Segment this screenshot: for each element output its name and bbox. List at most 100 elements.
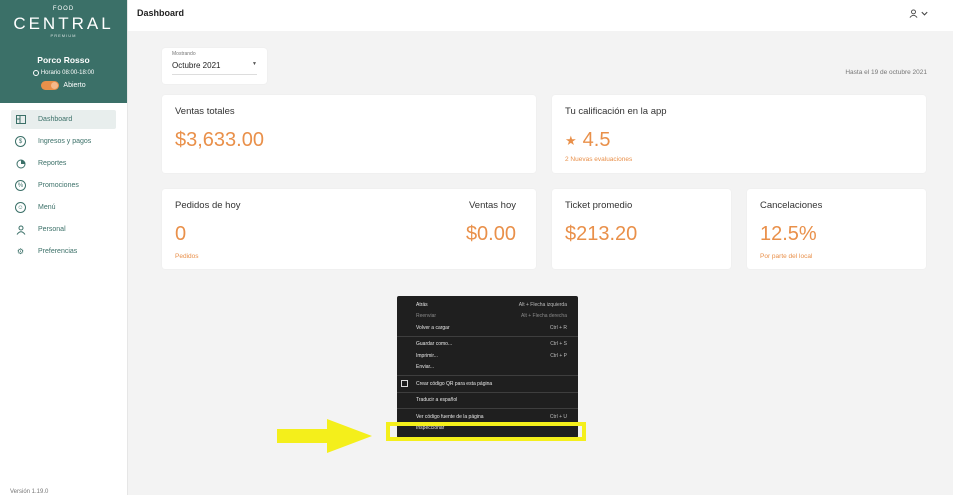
card-value: $3,633.00 [175,129,264,151]
sidebar-item-promociones[interactable]: % Promociones [11,176,116,195]
logo: FOOD CENTRAL PREMIUM [0,4,127,42]
logo-small-text: FOOD [52,6,75,12]
menu-item-label: Atrás [416,301,428,308]
card-rating: Tu calificación en la app ★ 4.5 2 Nuevas… [552,95,926,173]
menu-item-label: Enviar... [416,364,435,371]
people-icon [15,224,26,235]
sidebar-nav: Dashboard $ Ingresos y pagos Reportes % … [0,103,127,261]
menu-item-send[interactable]: Enviar... [397,362,578,374]
menu-item-reload[interactable]: Volver a cargar Ctrl + R [397,322,578,334]
highlight-box [386,422,586,441]
card-total-sales: Ventas totales $3,633.00 [162,95,536,173]
store-name: Porco Rosso [37,55,90,65]
menu-item-label: Imprimir... [416,352,438,359]
app-version: Versión 1.19.0 [10,489,49,495]
date-range-note: Hasta el 19 de octubre 2021 [845,69,927,76]
menu-separator [397,375,578,376]
menu-item-save[interactable]: Guardar como... Ctrl + S [397,339,578,351]
sidebar-item-ingresos[interactable]: $ Ingresos y pagos [11,132,116,151]
card-value: $0.00 [465,223,516,245]
card-sub: Pedidos [175,253,199,260]
menu-item-label: Reenviar [416,313,437,320]
menu-item-shortcut: Ctrl + P [550,352,567,359]
card-title: Ventas totales [175,106,235,117]
menu-separator [397,408,578,409]
page-title: Dashboard [137,8,185,18]
pointer-arrow-icon [277,419,372,453]
user-icon [909,9,918,18]
rating-row: ★ 4.5 [565,129,913,152]
qr-code-icon [401,380,408,387]
card-value: 12.5% [760,223,817,245]
menu-item-shortcut: Alt + Flecha derecha [521,313,567,320]
sidebar-item-personal[interactable]: Personal [11,220,116,239]
menu-item-shortcut: Ctrl + R [549,324,567,331]
dashboard-icon [15,114,26,125]
sidebar-item-menu[interactable]: ☺ Menú [11,198,116,217]
card-title: Cancelaciones [760,200,823,211]
card-cancellations: Cancelaciones 12.5% Por parte del local [747,189,926,269]
menu-icon: ☺ [15,202,26,213]
menu-item-translate[interactable]: Traducir a español [397,395,578,407]
card-orders-today: Pedidos de hoy 0 Pedidos Ventas hoy $0.0… [162,189,536,269]
menu-item-shortcut: Alt + Flecha izquierda [518,301,567,308]
logo-tagline: PREMIUM [50,33,77,38]
gear-icon: ⚙ [16,247,25,256]
sidebar-item-label: Dashboard [38,116,73,123]
sidebar-item-label: Ingresos y pagos [38,138,92,145]
report-icon [15,158,26,169]
menu-item-view-source[interactable]: Ver código fuente de la página Ctrl + U [397,411,578,423]
logo-name: CENTRAL [13,14,114,33]
card-sub: Por parte del local [760,253,813,260]
card-title: Tu calificación en la app [565,106,667,117]
store-status-label: Abierto [63,82,86,89]
sidebar-item-label: Preferencias [38,248,78,255]
card-avg-ticket: Ticket promedio $213.20 [552,189,731,269]
menu-item-label: Traducir a español [416,397,458,404]
month-select[interactable]: Octubre 2021 ▼ [172,61,257,75]
dollar-icon: $ [15,136,26,147]
clock-icon [32,70,39,76]
menu-item-back[interactable]: Atrás Alt + Flecha izquierda [397,299,578,311]
sidebar-item-label: Reportes [38,160,67,167]
menu-item-print[interactable]: Imprimir... Ctrl + P [397,350,578,362]
open-toggle[interactable] [41,81,60,90]
menu-item-label: Guardar como... [416,341,453,348]
filter-label: Mostrando [172,51,196,57]
month-filter[interactable]: Mostrando Octubre 2021 ▼ [162,48,267,84]
sidebar-item-preferencias[interactable]: ⚙ Preferencias [11,242,116,261]
top-header: Dashboard [128,0,953,31]
sidebar-item-reportes[interactable]: Reportes [11,154,116,173]
user-menu[interactable] [909,9,929,18]
menu-item-shortcut: Ctrl + U [549,413,567,420]
card-title: Ventas hoy [468,200,516,211]
menu-item-label: Crear código QR para esta página [416,380,493,387]
toggle-knob [51,82,59,89]
card-value: $213.20 [565,223,638,245]
sidebar-item-dashboard[interactable]: Dashboard [11,110,116,129]
menu-item-forward[interactable]: Reenviar Alt + Flecha derecha [397,311,578,323]
store-hours-text: Horario 08:00-18:00 [40,70,95,76]
store-hours: Horario 08:00-18:00 [0,70,127,76]
sales-today: Ventas hoy $0.00 [466,200,516,246]
star-icon: ★ [565,132,577,148]
store-status: Abierto [0,81,127,90]
sidebar-item-label: Menú [38,204,56,211]
brand-panel: FOOD CENTRAL PREMIUM Porco Rosso Horario… [0,0,127,103]
card-value: 4.5 [582,129,611,151]
percent-icon: % [15,180,26,191]
card-title: Ticket promedio [565,200,633,211]
new-reviews-link[interactable]: 2 Nuevas evaluaciones [565,156,913,163]
menu-separator [397,335,578,337]
menu-item-label: Volver a cargar [416,324,450,331]
sidebar-item-label: Promociones [38,182,79,189]
menu-item-label: Ver código fuente de la página [416,413,484,420]
menu-separator [397,391,578,393]
menu-item-shortcut: Ctrl + S [550,341,567,348]
sidebar: FOOD CENTRAL PREMIUM Porco Rosso Horario… [0,0,128,495]
context-menu: Atrás Alt + Flecha izquierda Reenviar Al… [397,296,578,438]
caret-down-icon: ▼ [252,61,257,67]
month-select-value: Octubre 2021 [172,61,221,70]
sidebar-item-label: Personal [38,226,66,233]
menu-item-qr[interactable]: Crear código QR para esta página [397,378,578,390]
